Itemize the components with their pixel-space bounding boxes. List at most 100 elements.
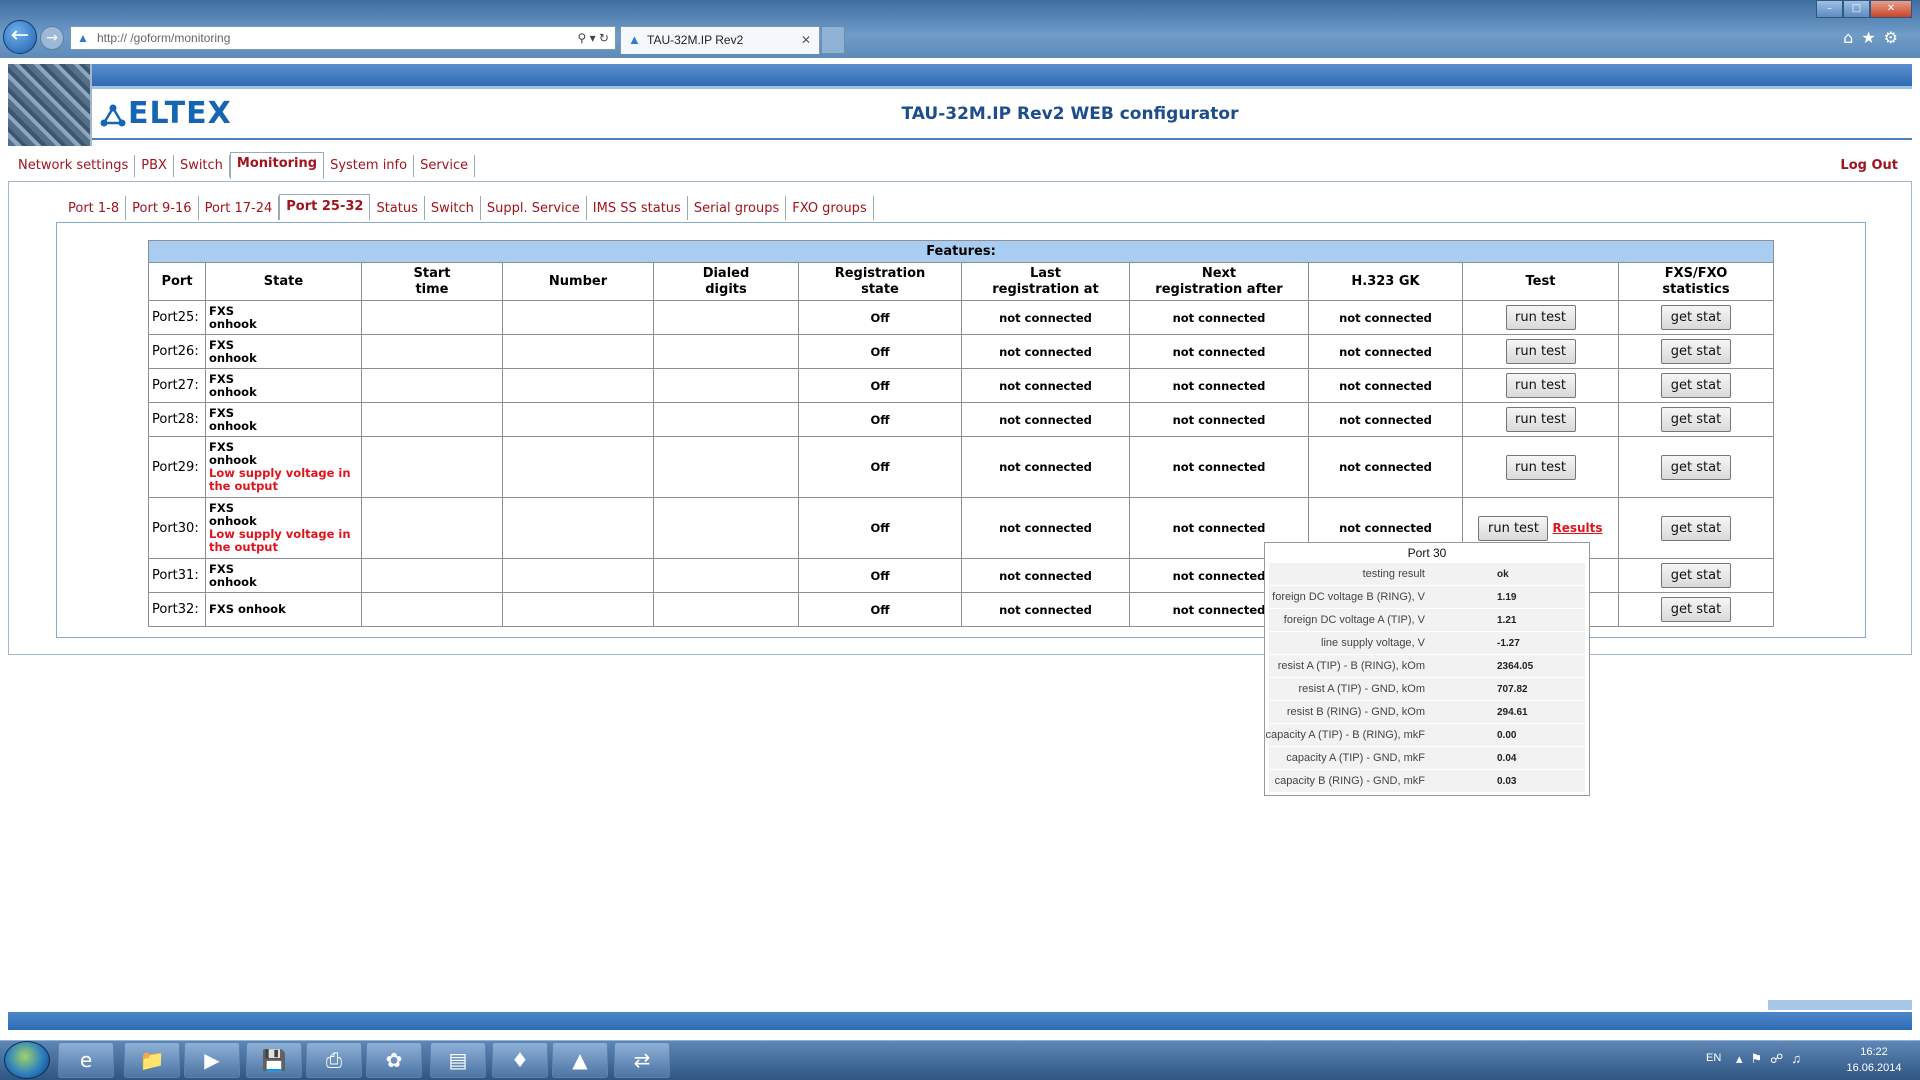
header-stripe	[90, 86, 1912, 89]
stat-cell: get stat	[1618, 558, 1774, 593]
chart-app-taskbar-icon[interactable]: ▲	[552, 1042, 608, 1078]
tab-status[interactable]: Status	[370, 196, 425, 220]
state-type: FXS onhook	[209, 602, 286, 616]
results-link[interactable]: Results	[1552, 521, 1602, 535]
nav-service[interactable]: Service	[414, 155, 476, 177]
stat-cell: get stat	[1618, 334, 1774, 369]
state-hook: onhook	[209, 514, 257, 528]
run-test-button[interactable]: run test	[1505, 305, 1576, 330]
tab-fxo-groups[interactable]: FXO groups	[786, 196, 874, 220]
run-test-button[interactable]: run test	[1505, 454, 1576, 480]
nav-system-info[interactable]: System info	[324, 155, 415, 177]
get-stat-button[interactable]: get stat	[1661, 597, 1731, 622]
number-cell	[502, 368, 654, 403]
popup-row-label: resist A (TIP) - B (RING), kOm	[1277, 660, 1425, 672]
col-next-registration: Next registration after	[1129, 262, 1309, 301]
popup-row: foreign DC voltage B (RING), V 1.19	[1269, 586, 1585, 609]
state-hook: onhook	[209, 418, 257, 433]
h323-gk-cell: not connected	[1308, 300, 1463, 335]
registration-state-cell: Off	[798, 334, 962, 369]
col-h323-gk: H.323 GK	[1308, 262, 1463, 301]
run-test-button[interactable]: run test	[1505, 339, 1576, 364]
explorer-taskbar-icon[interactable]: 📁	[124, 1042, 180, 1078]
get-stat-button[interactable]: get stat	[1661, 305, 1731, 330]
popup-row: capacity A (TIP) - B (RING), mkF 0.00	[1265, 724, 1585, 747]
registration-state-cell: Off	[798, 497, 962, 559]
media-player-taskbar-icon[interactable]: ▶	[184, 1042, 240, 1078]
home-icon[interactable]: ⌂	[1843, 28, 1861, 47]
bat-taskbar-icon[interactable]: ♦	[492, 1042, 548, 1078]
popup-title: Port 30	[1407, 546, 1447, 560]
tab-suppl-service[interactable]: Suppl. Service	[481, 196, 587, 220]
get-stat-button[interactable]: get stat	[1661, 454, 1731, 480]
h323-gk-cell: not connected	[1308, 334, 1463, 369]
clock-time[interactable]: 16:22	[1840, 1046, 1908, 1058]
tab-ims-ss-status[interactable]: IMS SS status	[587, 196, 688, 220]
page-title: TAU-32M.IP Rev2 WEB configurator	[901, 104, 1239, 124]
nav-switch[interactable]: Switch	[174, 155, 230, 177]
test-cell: run test	[1462, 334, 1619, 369]
tab-port-25-32[interactable]: Port 25-32	[279, 194, 371, 220]
get-stat-button[interactable]: get stat	[1661, 339, 1731, 364]
tab-port-17-24[interactable]: Port 17-24	[199, 196, 280, 220]
close-tab-icon[interactable]: ✕	[801, 27, 811, 53]
state-warning: Low supply voltage in the output	[209, 527, 351, 554]
start-button[interactable]	[4, 1041, 50, 1079]
tab-port-9-16[interactable]: Port 9-16	[126, 196, 199, 220]
nav-network-settings[interactable]: Network settings	[12, 155, 136, 177]
maximize-button[interactable]: □	[1843, 0, 1870, 18]
popup-row-label: line supply voltage, V	[1321, 637, 1425, 649]
address-bar[interactable]: ▲ http:// /goform/monitoring ⚲ ▾ ↻	[70, 26, 616, 50]
stat-cell: get stat	[1618, 592, 1774, 627]
port-test-results-popup: Port 30 testing result ok foreign DC volta…	[1264, 542, 1590, 796]
printer-taskbar-icon[interactable]: ⎙	[306, 1042, 362, 1078]
next-registration-cell: not connected	[1129, 334, 1309, 369]
start-time-cell	[361, 497, 503, 559]
minimize-button[interactable]: –	[1816, 0, 1843, 18]
logout-link[interactable]: Log Out	[1840, 158, 1898, 173]
run-test-button[interactable]: run test	[1478, 515, 1549, 541]
network-app-taskbar-icon[interactable]: ⇄	[614, 1042, 670, 1078]
back-button[interactable]: ←	[3, 20, 37, 54]
run-test-button[interactable]: run test	[1505, 373, 1576, 398]
search-refresh-icon[interactable]: ⚲ ▾ ↻	[577, 27, 609, 49]
start-time-cell	[361, 402, 503, 437]
get-stat-button[interactable]: get stat	[1661, 407, 1731, 432]
last-registration-cell: not connected	[961, 592, 1130, 627]
gear-icon[interactable]: ⚙	[1884, 28, 1906, 47]
popup-row: foreign DC voltage A (TIP), V 1.21	[1269, 609, 1585, 632]
table-row: Port27: FXS onhook Off not connected not conn…	[148, 368, 1774, 403]
nav-monitoring[interactable]: Monitoring	[229, 152, 325, 179]
window-taskbar-icon[interactable]: ▤	[430, 1042, 486, 1078]
port-cell: Port27:	[148, 368, 206, 403]
favorites-icon[interactable]: ★	[1861, 28, 1883, 47]
nav-pbx[interactable]: PBX	[135, 155, 174, 177]
ie-taskbar-icon[interactable]: e	[58, 1042, 114, 1078]
tab-port-1-8[interactable]: Port 1-8	[62, 196, 127, 220]
clock-date[interactable]: 16.06.2014	[1840, 1062, 1908, 1074]
registration-state-cell: Off	[798, 436, 962, 498]
state-type: FXS	[209, 405, 235, 420]
col-start-time: Start time	[361, 262, 503, 301]
get-stat-button[interactable]: get stat	[1661, 563, 1731, 588]
new-tab-button[interactable]	[821, 26, 845, 54]
next-registration-cell: not connected	[1129, 300, 1309, 335]
close-window-button[interactable]: ✕	[1870, 0, 1912, 18]
forward-button[interactable]: →	[40, 26, 64, 50]
language-indicator[interactable]: EN	[1706, 1052, 1721, 1064]
registration-state-cell: Off	[798, 368, 962, 403]
state-hook: onhook	[209, 574, 257, 589]
get-stat-button[interactable]: get stat	[1661, 373, 1731, 398]
run-test-button[interactable]: run test	[1505, 407, 1576, 432]
popup-row: testing result ok	[1269, 563, 1585, 586]
icq-taskbar-icon[interactable]: ✿	[366, 1042, 422, 1078]
state-cell: FXS onhook	[205, 300, 362, 335]
tray-icons[interactable]: ▴⚑☍♫	[1736, 1051, 1809, 1067]
number-cell	[502, 300, 654, 335]
save-app-taskbar-icon[interactable]: 💾	[246, 1042, 302, 1078]
get-stat-button[interactable]: get stat	[1661, 515, 1731, 541]
dialed-digits-cell	[653, 436, 799, 498]
tab-switch[interactable]: Switch	[425, 196, 481, 220]
browser-tab[interactable]: ▲ TAU-32M.IP Rev2 ✕	[620, 26, 820, 54]
tab-serial-groups[interactable]: Serial groups	[688, 196, 787, 220]
